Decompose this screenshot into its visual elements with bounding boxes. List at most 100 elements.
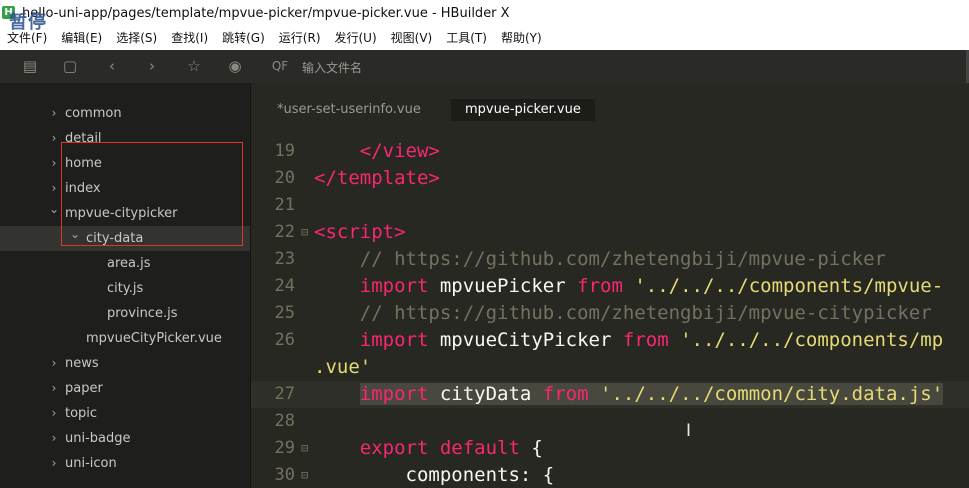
code-line: 20 </template> bbox=[251, 165, 969, 192]
fold-toggle-icon[interactable]: ⊟ bbox=[301, 219, 308, 246]
back-icon[interactable]: ‹ bbox=[104, 58, 120, 74]
chevron-right-icon[interactable]: › bbox=[48, 401, 60, 426]
chevron-right-icon[interactable]: › bbox=[48, 376, 60, 401]
code-token: from bbox=[577, 275, 623, 297]
menu-item[interactable]: 跳转(G) bbox=[222, 29, 265, 47]
tree-item[interactable]: ⌄ city-data bbox=[0, 226, 250, 251]
tree-item[interactable]: › topic bbox=[0, 401, 250, 426]
forward-icon[interactable]: › bbox=[144, 58, 160, 74]
tree-item-label: area.js bbox=[107, 256, 151, 271]
code-token: '../../../common/city.data.js' bbox=[588, 383, 944, 405]
new-file-icon[interactable]: ▤ bbox=[22, 58, 38, 74]
code-line: 21 bbox=[251, 192, 969, 219]
code-token: default bbox=[439, 437, 520, 459]
tree-item-label: news bbox=[65, 356, 99, 371]
tree-item[interactable]: › index bbox=[0, 176, 250, 201]
menu-item[interactable]: 视图(V) bbox=[391, 29, 433, 47]
tree-item[interactable]: province.js bbox=[0, 301, 250, 326]
code-token: mpvuePicker bbox=[428, 275, 578, 297]
code-line: 23 // https://github.com/zhetengbiji/mpv… bbox=[251, 246, 969, 273]
editor-tab-bar: *user-set-userinfo.vue mpvue-picker.vue bbox=[251, 83, 969, 124]
line-number: 30 bbox=[274, 465, 295, 485]
chevron-right-icon[interactable]: › bbox=[48, 101, 60, 126]
code-token: </template> bbox=[314, 167, 440, 189]
code-line: 27 import cityData from '../../../common… bbox=[251, 381, 969, 408]
chevron-right-icon[interactable]: › bbox=[48, 451, 60, 476]
code-token: .vue' bbox=[314, 356, 372, 378]
menu-item[interactable]: 编辑(E) bbox=[61, 29, 102, 47]
menu-item[interactable]: 工具(T) bbox=[446, 29, 487, 47]
tab-mpvue-picker[interactable]: mpvue-picker.vue bbox=[451, 99, 595, 121]
tree-item-label: city.js bbox=[107, 281, 144, 296]
toolbar: ▤ ▢ ‹ › ☆ ◉ QF bbox=[0, 50, 969, 83]
save-icon[interactable]: ▢ bbox=[62, 58, 78, 74]
code-line: .vue' bbox=[251, 354, 969, 381]
code-token: // https://github.com/zhetengbiji/mpvue-… bbox=[314, 302, 932, 324]
title-bar: H hello-uni-app/pages/template/mpvue-pic… bbox=[0, 0, 969, 50]
chevron-right-icon[interactable]: › bbox=[48, 351, 60, 376]
code-token: cityData bbox=[428, 383, 543, 405]
menu-item[interactable]: 文件(F) bbox=[7, 29, 47, 47]
chevron-right-icon[interactable]: › bbox=[48, 126, 60, 151]
line-number: 25 bbox=[274, 303, 295, 323]
code-token: { bbox=[519, 437, 543, 459]
tree-item-label: home bbox=[65, 156, 102, 171]
tree-item[interactable]: › news bbox=[0, 351, 250, 376]
file-search-input[interactable] bbox=[300, 58, 704, 78]
tree-item[interactable]: › common bbox=[0, 101, 250, 126]
chevron-down-icon[interactable]: ⌄ bbox=[48, 197, 60, 222]
chevron-right-icon[interactable]: › bbox=[48, 426, 60, 451]
code-token: import bbox=[359, 383, 429, 405]
tree-item[interactable]: › uni-icon bbox=[0, 451, 250, 476]
code-token: components: { bbox=[314, 464, 555, 486]
line-number: 28 bbox=[274, 411, 295, 431]
tree-item-label: mpvueCityPicker.vue bbox=[86, 331, 222, 346]
tree-item[interactable]: area.js bbox=[0, 251, 250, 276]
code-token: from bbox=[622, 329, 669, 351]
tree-item[interactable]: › uni-badge bbox=[0, 426, 250, 451]
fold-toggle-icon[interactable]: ⊟ bbox=[301, 462, 308, 488]
code-token: mpvueCityPicker bbox=[428, 329, 623, 351]
menu-item[interactable]: 选择(S) bbox=[116, 29, 157, 47]
code-line: 19 </view> bbox=[251, 138, 969, 165]
tree-item-label: common bbox=[65, 106, 122, 121]
window-title: hello-uni-app/pages/template/mpvue-picke… bbox=[22, 6, 510, 21]
code-area[interactable]: 19 </view> 20 </template> 21 22 ⊟ <script> 23 /… bbox=[251, 138, 969, 488]
code-line: 22 ⊟ <script> bbox=[251, 219, 969, 246]
tree-item[interactable]: › home bbox=[0, 151, 250, 176]
fold-toggle-icon[interactable]: ⊟ bbox=[301, 435, 308, 462]
tree-item[interactable]: › detail bbox=[0, 126, 250, 151]
line-number: 24 bbox=[274, 276, 295, 296]
tree-item[interactable]: ⌄ mpvue-citypicker bbox=[0, 201, 250, 226]
code-token: <script> bbox=[314, 221, 406, 243]
line-number: 29 bbox=[274, 438, 295, 458]
tree-item-label: topic bbox=[65, 406, 98, 421]
code-token: export bbox=[359, 437, 429, 459]
code-line: 24 import mpvuePicker from '../../../com… bbox=[251, 273, 969, 300]
search-icon[interactable]: QF bbox=[268, 58, 292, 74]
tree-item-label: index bbox=[65, 181, 101, 196]
code-line: 30 ⊟ components: { bbox=[251, 462, 969, 488]
tree-item-label: paper bbox=[65, 381, 103, 396]
tab-user-set-userinfo[interactable]: *user-set-userinfo.vue bbox=[263, 99, 435, 121]
menu-item[interactable]: 运行(R) bbox=[279, 29, 321, 47]
code-line: 28 bbox=[251, 408, 969, 435]
tree-item[interactable]: city.js bbox=[0, 276, 250, 301]
tree-item[interactable]: › paper bbox=[0, 376, 250, 401]
line-number: 23 bbox=[274, 249, 295, 269]
code-line: 29 ⊟ export default { bbox=[251, 435, 969, 462]
menu-item[interactable]: 查找(I) bbox=[171, 29, 208, 47]
menu-item[interactable]: 发行(U) bbox=[335, 29, 377, 47]
chevron-down-icon[interactable]: ⌄ bbox=[69, 222, 81, 247]
star-icon[interactable]: ☆ bbox=[186, 58, 202, 74]
tree-item-label: detail bbox=[65, 131, 102, 146]
code-token: import bbox=[359, 275, 429, 297]
chevron-right-icon[interactable]: › bbox=[48, 151, 60, 176]
menu-item[interactable]: 帮助(Y) bbox=[501, 29, 542, 47]
tree-item[interactable]: mpvueCityPicker.vue bbox=[0, 326, 250, 351]
line-number: 27 bbox=[274, 384, 295, 404]
run-icon[interactable]: ◉ bbox=[227, 58, 243, 74]
